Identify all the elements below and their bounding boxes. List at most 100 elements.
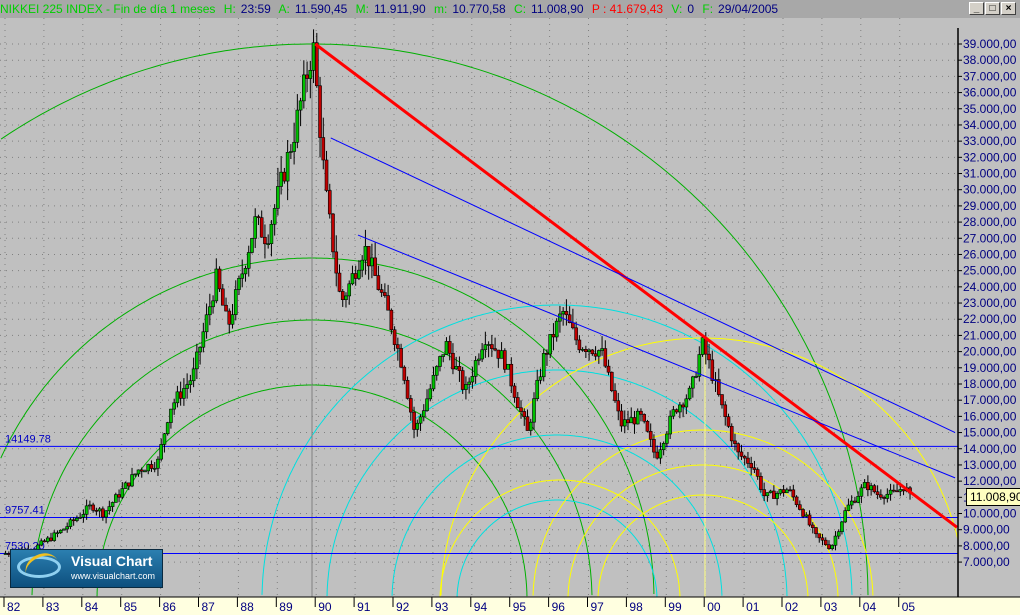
candle-down [798, 504, 802, 510]
candle-down [366, 246, 371, 267]
candle-up [347, 283, 352, 297]
candle-down [616, 400, 621, 412]
candle-up [52, 532, 57, 541]
candle-up [840, 521, 844, 533]
candle-up [700, 337, 705, 355]
candle-down [396, 344, 400, 349]
candle-down [895, 490, 899, 493]
candle-up [175, 391, 180, 404]
candle-down [412, 411, 416, 430]
candle-up [869, 485, 873, 491]
maximize-button[interactable]: □ [985, 2, 1000, 15]
price-tick-label: 14.000,00 [963, 442, 1017, 456]
candle-down [755, 469, 760, 477]
candle-up [661, 443, 666, 451]
candle-up [55, 532, 60, 535]
candle-up [833, 535, 838, 546]
candle-up [185, 384, 189, 389]
candle-up [434, 366, 439, 376]
candle-up [785, 489, 789, 494]
candle-up [156, 458, 160, 469]
candle-down [340, 291, 345, 300]
lo-label: m: [433, 2, 448, 16]
candle-down [117, 494, 121, 498]
price-tick-label: 36.000,00 [963, 86, 1017, 100]
time-tick-label: 96 [552, 600, 566, 614]
candle-down [503, 350, 507, 370]
candle-down [584, 349, 588, 352]
candle-down [490, 344, 494, 349]
time-tick-label: 82 [7, 600, 21, 614]
candle-down [402, 366, 407, 381]
candle-up [344, 295, 348, 300]
candle-up [308, 70, 313, 79]
candle-down [742, 456, 747, 459]
price-tick-label: 8.000,00 [963, 539, 1010, 553]
candle-up [885, 493, 890, 499]
candle-up [548, 334, 553, 355]
candle-up [195, 351, 199, 370]
candle-up [849, 500, 854, 506]
candle-up [438, 356, 442, 367]
minimize-button[interactable]: _ [969, 2, 984, 15]
price-tick-label: 27.000,00 [963, 231, 1017, 245]
candle-up [528, 421, 533, 431]
candle-up [477, 358, 481, 361]
candle-down [101, 508, 105, 518]
level-label: 14149.78 [5, 433, 51, 445]
candle-up [691, 376, 695, 389]
candle-up [597, 350, 601, 357]
candle-down [801, 509, 805, 517]
candle-up [532, 398, 536, 423]
price-tick-label: 37.000,00 [963, 69, 1017, 83]
candle-up [276, 186, 280, 209]
current-price-tag: 11.008,90 [966, 488, 1020, 506]
candle-down [522, 411, 527, 418]
pointer-value: P : 41.679,43 [591, 2, 664, 16]
candle-down [901, 489, 906, 492]
candle-up [506, 363, 510, 370]
candle-up [350, 273, 355, 285]
time-tick-label: 87 [202, 600, 216, 614]
window-controls: _ □ × [969, 2, 1016, 15]
candle-up [687, 387, 692, 400]
candle-down [515, 397, 520, 409]
m-label: M: [355, 2, 370, 16]
candle-down [619, 410, 624, 427]
price-tick-label: 19.000,00 [963, 361, 1017, 375]
candle-up [678, 404, 682, 413]
candle-up [357, 269, 361, 279]
candle-up [107, 506, 112, 512]
candle-down [642, 414, 647, 422]
candle-down [383, 292, 387, 296]
candle-up [237, 277, 241, 290]
close-value: 11.008,90 [531, 2, 584, 16]
candle-down [736, 443, 741, 453]
candle-down [613, 390, 617, 402]
volume-value: 0 [687, 2, 695, 16]
candle-up [123, 482, 128, 489]
candle-down [71, 519, 76, 522]
candle-down [373, 257, 377, 276]
candle-down [256, 216, 261, 218]
candle-up [363, 246, 368, 261]
candle-up [269, 223, 274, 244]
candle-up [684, 398, 689, 408]
candle-up [130, 474, 134, 487]
candle-down [512, 385, 517, 398]
candle-down [759, 476, 763, 490]
high-value: 11.911,90 [374, 2, 426, 16]
candle-up [441, 354, 446, 357]
candle-up [198, 346, 202, 353]
price-tick-label: 9.000,00 [963, 523, 1010, 537]
candle-up [658, 449, 663, 459]
time-tick-label: 91 [357, 600, 371, 614]
title-bar: NIKKEI 225 INDEX - Fin de día 1 meses H:… [0, 0, 1020, 18]
candle-down [853, 500, 857, 503]
time-tick-label: 98 [629, 600, 643, 614]
close-button[interactable]: × [1001, 2, 1016, 15]
candle-up [143, 470, 147, 473]
candle-down [875, 491, 880, 496]
price-chart[interactable]: 14149.789757.417530.207.000,008.000,009.… [0, 18, 1020, 615]
candle-up [246, 252, 251, 269]
